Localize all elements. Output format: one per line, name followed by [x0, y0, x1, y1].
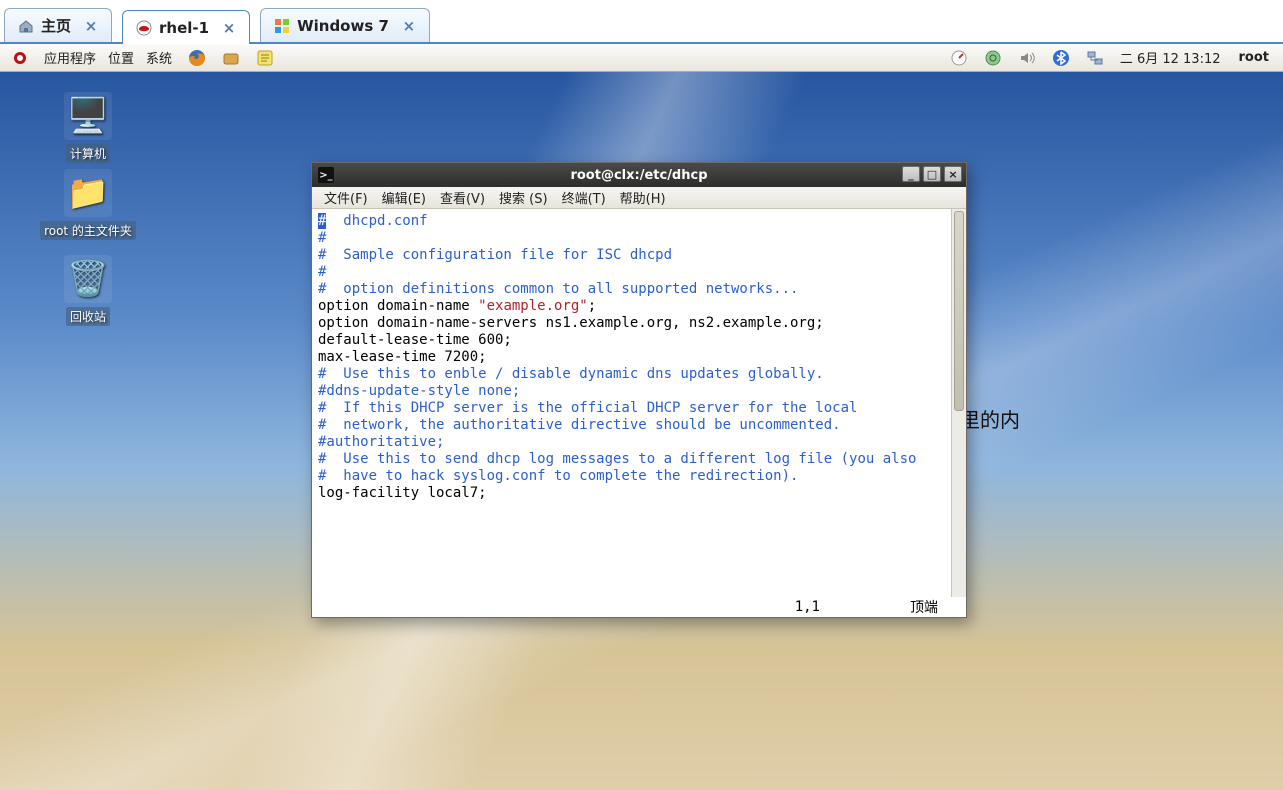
panel-menu-系统[interactable]: 系统 — [140, 50, 178, 69]
host-tab-home[interactable]: 主页 × — [4, 8, 112, 42]
terminal-line: # If this DHCP server is the official DH… — [318, 400, 945, 417]
host-tab-strip: 主页 × rhel-1 × Windows 7 × — [0, 0, 1283, 44]
notes-icon[interactable] — [250, 47, 280, 69]
terminal-menu-item[interactable]: 查看(V) — [434, 186, 491, 209]
terminal-icon: >_ — [318, 167, 334, 183]
panel-datetime[interactable]: 二 6月 12 13:12 — [1114, 46, 1227, 69]
minimize-button[interactable]: _ — [902, 166, 920, 182]
volume-icon[interactable] — [1012, 47, 1042, 69]
cpu-monitor-icon[interactable] — [944, 47, 974, 69]
panel-user[interactable]: root — [1231, 50, 1278, 65]
terminal-text-area[interactable]: # dhcpd.conf## Sample configuration file… — [312, 209, 951, 597]
host-tab-label: 主页 — [41, 15, 71, 36]
close-button[interactable]: × — [944, 166, 962, 182]
terminal-menu-item[interactable]: 编辑(E) — [376, 186, 432, 209]
maximize-button[interactable]: □ — [923, 166, 941, 182]
terminal-line: default-lease-time 600; — [318, 332, 945, 349]
terminal-line: option domain-name "example.org"; — [318, 298, 945, 315]
panel-logo-icon[interactable] — [6, 48, 34, 68]
firefox-icon[interactable] — [182, 47, 212, 69]
cursor-position: 1,1 — [795, 599, 820, 615]
close-icon[interactable]: × — [221, 20, 237, 36]
desktop-icon-label: 回收站 — [66, 307, 110, 326]
terminal-line: log-facility local7; — [318, 485, 945, 502]
host-tab-label: Windows 7 — [297, 17, 389, 35]
host-tab-label: rhel-1 — [159, 19, 209, 37]
terminal-line: max-lease-time 7200; — [318, 349, 945, 366]
panel-menu-应用程序[interactable]: 应用程序 — [38, 50, 102, 69]
home-icon — [17, 17, 35, 35]
desktop-icon-home-folder[interactable]: 📁 root 的主文件夹 — [28, 169, 148, 240]
terminal-titlebar[interactable]: >_ root@clx:/etc/dhcp _ □ × — [312, 163, 966, 187]
package-icon[interactable] — [216, 47, 246, 69]
terminal-line: # — [318, 264, 945, 281]
terminal-menu-item[interactable]: 文件(F) — [318, 186, 374, 209]
terminal-line: #authoritative; — [318, 434, 945, 451]
terminal-line: option domain-name-servers ns1.example.o… — [318, 315, 945, 332]
close-icon[interactable]: × — [83, 18, 99, 34]
scrollbar-thumb[interactable] — [954, 211, 964, 411]
host-tab-redhat[interactable]: rhel-1 × — [122, 10, 250, 44]
host-tab-windows[interactable]: Windows 7 × — [260, 8, 430, 42]
terminal-status-line: 1,1 顶端 — [312, 597, 966, 617]
update-icon[interactable] — [978, 47, 1008, 69]
windows-icon — [273, 17, 291, 35]
terminal-line: # Use this to send dhcp log messages to … — [318, 451, 945, 468]
terminal-line: # option definitions common to all suppo… — [318, 281, 945, 298]
bluetooth-icon[interactable] — [1046, 47, 1076, 69]
close-icon[interactable]: × — [401, 18, 417, 34]
terminal-scrollbar[interactable] — [951, 209, 966, 597]
desktop-icon-label: 计算机 — [66, 144, 110, 163]
terminal-line: # Use this to enble / disable dynamic dn… — [318, 366, 945, 383]
terminal-line: # dhcpd.conf — [318, 213, 945, 230]
terminal-window[interactable]: >_ root@clx:/etc/dhcp _ □ × 文件(F)编辑(E)查看… — [311, 162, 967, 618]
terminal-line: # have to hack syslog.conf to complete t… — [318, 468, 945, 485]
network-icon[interactable] — [1080, 47, 1110, 69]
terminal-line: #ddns-update-style none; — [318, 383, 945, 400]
terminal-line: # — [318, 230, 945, 247]
trash-icon: 🗑️ — [64, 255, 112, 303]
terminal-menu-item[interactable]: 终端(T) — [556, 186, 612, 209]
gnome-top-panel: 应用程序位置系统 二 6月 12 13:12 root — [0, 44, 1283, 72]
desktop-area[interactable]: 🖥️ 计算机📁 root 的主文件夹🗑️ 回收站 我们打开的文件里的内 容应该是… — [0, 72, 1283, 790]
guest-vm-viewport: 应用程序位置系统 二 6月 12 13:12 root 🖥️ — [0, 44, 1283, 790]
terminal-menu-item[interactable]: 搜索 (S) — [493, 186, 554, 209]
computer-icon: 🖥️ — [64, 92, 112, 140]
terminal-menu-item[interactable]: 帮助(H) — [614, 186, 672, 209]
panel-menu-位置[interactable]: 位置 — [102, 50, 140, 69]
terminal-title: root@clx:/etc/dhcp — [570, 168, 707, 183]
scroll-position: 顶端 — [910, 597, 938, 617]
terminal-menubar: 文件(F)编辑(E)查看(V)搜索 (S)终端(T)帮助(H) — [312, 187, 966, 209]
desktop-icon-trash[interactable]: 🗑️ 回收站 — [28, 255, 148, 326]
redhat-icon — [135, 19, 153, 37]
desktop-icon-label: root 的主文件夹 — [40, 221, 136, 240]
desktop-icon-computer[interactable]: 🖥️ 计算机 — [28, 92, 148, 163]
terminal-line: # network, the authoritative directive s… — [318, 417, 945, 434]
home-folder-icon: 📁 — [64, 169, 112, 217]
terminal-line: # Sample configuration file for ISC dhcp… — [318, 247, 945, 264]
